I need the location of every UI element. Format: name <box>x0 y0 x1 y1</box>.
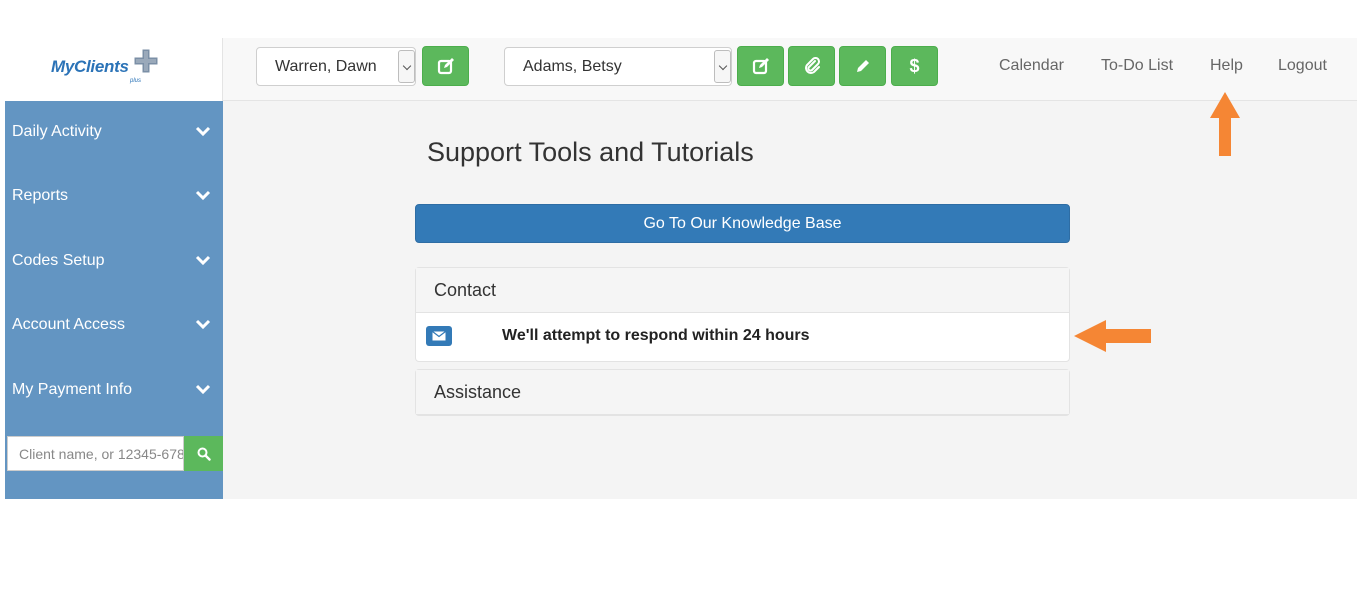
client-search-input[interactable] <box>7 436 184 471</box>
chevron-down-icon <box>195 190 211 201</box>
assistance-panel: Assistance <box>415 369 1070 416</box>
medical-plus-icon <box>133 48 159 74</box>
chevron-down-icon <box>195 384 211 395</box>
logo-text: MyClients <box>51 57 129 76</box>
edit-icon <box>437 58 454 75</box>
provider-select-value: Warren, Dawn <box>275 58 377 75</box>
page-title: Support Tools and Tutorials <box>427 137 754 167</box>
sidebar: Daily Activity Reports Codes Setup Accou… <box>5 101 223 499</box>
contact-panel-heading[interactable]: Contact <box>416 268 1069 313</box>
sidebar-item-my-payment-info[interactable]: My Payment Info <box>5 359 223 423</box>
pencil-icon <box>856 60 869 72</box>
app-window: MyClients plus Warren, Dawn Adams, Betsy <box>5 38 1357 499</box>
annotation-arrow-left-icon <box>1074 320 1151 352</box>
contact-message: We'll attempt to respond within 24 hours <box>502 327 810 344</box>
client-search <box>7 436 223 471</box>
sidebar-item-label: Account Access <box>12 316 125 333</box>
knowledge-base-button[interactable]: Go To Our Knowledge Base <box>415 204 1070 243</box>
nav-logout[interactable]: Logout <box>1278 57 1327 75</box>
assistance-panel-heading[interactable]: Assistance <box>416 370 1069 415</box>
search-button[interactable] <box>184 436 223 471</box>
nav-todo-list[interactable]: To-Do List <box>1101 57 1173 75</box>
sidebar-item-account-access[interactable]: Account Access <box>5 294 223 358</box>
sidebar-item-label: Codes Setup <box>12 252 105 269</box>
sidebar-item-daily-activity[interactable]: Daily Activity <box>5 101 223 165</box>
contact-panel: Contact We'll attempt to respond within … <box>415 267 1070 362</box>
annotation-arrow-up-icon <box>1210 92 1240 156</box>
sidebar-item-label: Daily Activity <box>12 123 102 140</box>
top-navbar: MyClients plus Warren, Dawn Adams, Betsy <box>5 38 1357 101</box>
billing-button[interactable]: $ <box>891 46 938 86</box>
client-select[interactable]: Adams, Betsy <box>504 47 732 86</box>
chevron-down-icon <box>714 50 731 83</box>
client-select-value: Adams, Betsy <box>523 58 622 75</box>
envelope-icon[interactable] <box>426 326 452 346</box>
sidebar-item-reports[interactable]: Reports <box>5 165 223 229</box>
attach-button[interactable] <box>788 46 835 86</box>
nav-help[interactable]: Help <box>1210 57 1243 75</box>
client-edit-button[interactable] <box>737 46 784 86</box>
nav-calendar[interactable]: Calendar <box>999 57 1064 75</box>
logo[interactable]: MyClients plus <box>5 38 223 101</box>
sidebar-item-label: Reports <box>12 187 69 204</box>
sidebar-item-label: My Payment Info <box>12 381 133 398</box>
provider-edit-button[interactable] <box>422 46 469 86</box>
chevron-down-icon <box>398 50 415 83</box>
sidebar-item-codes-setup[interactable]: Codes Setup <box>5 230 223 294</box>
paperclip-icon <box>804 57 820 74</box>
search-icon <box>197 447 211 461</box>
chevron-down-icon <box>195 255 211 266</box>
chevron-down-icon <box>195 319 211 330</box>
contact-panel-body: We'll attempt to respond within 24 hours <box>416 313 1069 361</box>
provider-select[interactable]: Warren, Dawn <box>256 47 416 86</box>
envelope-glyph <box>432 331 446 341</box>
edit-icon <box>752 58 769 75</box>
chevron-down-icon <box>195 126 211 137</box>
logo-subtext: plus <box>130 78 142 84</box>
dollar-icon: $ <box>909 55 920 76</box>
notes-button[interactable] <box>839 46 886 86</box>
